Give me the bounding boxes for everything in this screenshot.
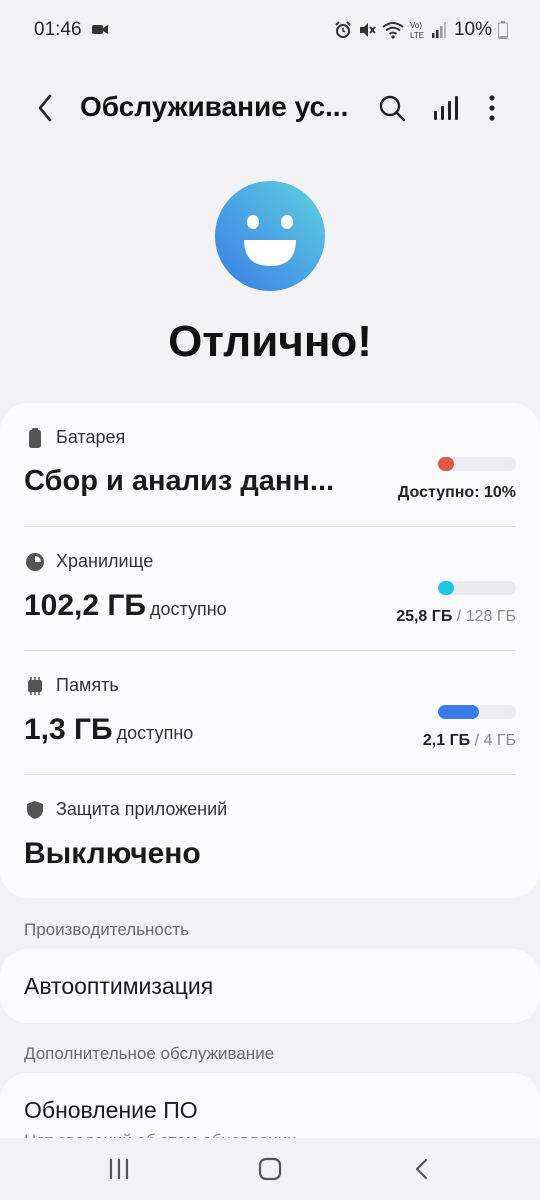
battery-section[interactable]: Батарея Сбор и анализ данн... Доступно: …: [0, 403, 540, 527]
memory-usage-fill: [438, 705, 479, 719]
battery-label: Батарея: [56, 427, 126, 447]
memory-usage-text: 2,1 ГБ / 4 ГБ: [422, 732, 516, 749]
app-protection-status: Выключено: [24, 837, 201, 870]
additional-care-group-label: Дополнительное обслуживание: [24, 1044, 275, 1063]
more-vertical-icon[interactable]: [478, 92, 506, 124]
mute-icon: [359, 23, 376, 37]
auto-optimization-label: Автооптимизация: [24, 973, 214, 999]
navigation-bar: [0, 1138, 540, 1200]
battery-icon: [29, 428, 41, 448]
storage-usage-fill: [438, 581, 454, 595]
svg-text:Vo): Vo): [410, 21, 422, 30]
volte-icon: Vo) LTE: [410, 21, 424, 40]
battery-level-fill: [438, 457, 454, 471]
device-care-card: Батарея Сбор и анализ данн... Доступно: …: [0, 403, 540, 898]
app-protection-section[interactable]: Защита приложений Выключено: [0, 775, 540, 899]
storage-usage-bar: [438, 581, 516, 595]
back-icon[interactable]: [410, 1156, 434, 1182]
battery-available-text: Доступно: 10%: [397, 484, 516, 501]
status-icons: Vo) LTE 10%: [334, 18, 508, 42]
memory-chip-icon: [28, 677, 42, 695]
auto-optimization-item[interactable]: Автооптимизация: [0, 949, 540, 1023]
search-icon[interactable]: [376, 92, 408, 124]
smile-face-icon: [215, 181, 325, 291]
storage-usage-text: 25,8 ГБ / 128 ГБ: [396, 608, 516, 625]
page-title: Обслуживание ус...: [80, 91, 349, 122]
memory-label: Память: [56, 675, 119, 695]
wifi-icon: [382, 22, 404, 39]
video-camera-icon: [92, 25, 108, 34]
back-arrow-icon[interactable]: [30, 90, 62, 126]
battery-level-bar: [438, 457, 516, 471]
app-bar: Обслуживание ус...: [0, 78, 540, 138]
signal-icon: [431, 22, 446, 38]
memory-usage-bar: [438, 705, 516, 719]
storage-section[interactable]: Хранилище 102,2 ГБ доступно 25,8 ГБ / 128…: [0, 527, 540, 651]
memory-available: 1,3 ГБ доступно: [24, 713, 194, 746]
status-time: 01:46: [34, 19, 82, 40]
device-status-title: Отлично!: [168, 317, 372, 366]
home-icon[interactable]: [256, 1156, 284, 1182]
performance-group-label: Производительность: [24, 920, 190, 939]
svg-text:LTE: LTE: [410, 31, 424, 40]
memory-section[interactable]: Память 1,3 ГБ доступно 2,1 ГБ / 4 ГБ: [0, 651, 540, 775]
storage-pie-icon: [26, 553, 44, 571]
alarm-icon: [335, 21, 351, 38]
software-update-title: Обновление ПО: [24, 1097, 198, 1123]
battery-icon: [498, 21, 508, 39]
bar-chart-icon[interactable]: [430, 92, 462, 124]
shield-icon: [27, 801, 43, 819]
recent-apps-icon[interactable]: [106, 1156, 132, 1182]
battery-percent: 10%: [453, 19, 492, 40]
battery-status: Сбор и анализ данн...: [24, 465, 335, 497]
storage-available: 102,2 ГБ доступно: [24, 589, 227, 622]
status-bar: 01:46 Vo) LTE 10%: [0, 0, 540, 60]
storage-label: Хранилище: [56, 551, 154, 571]
app-protection-label: Защита приложений: [56, 799, 228, 819]
